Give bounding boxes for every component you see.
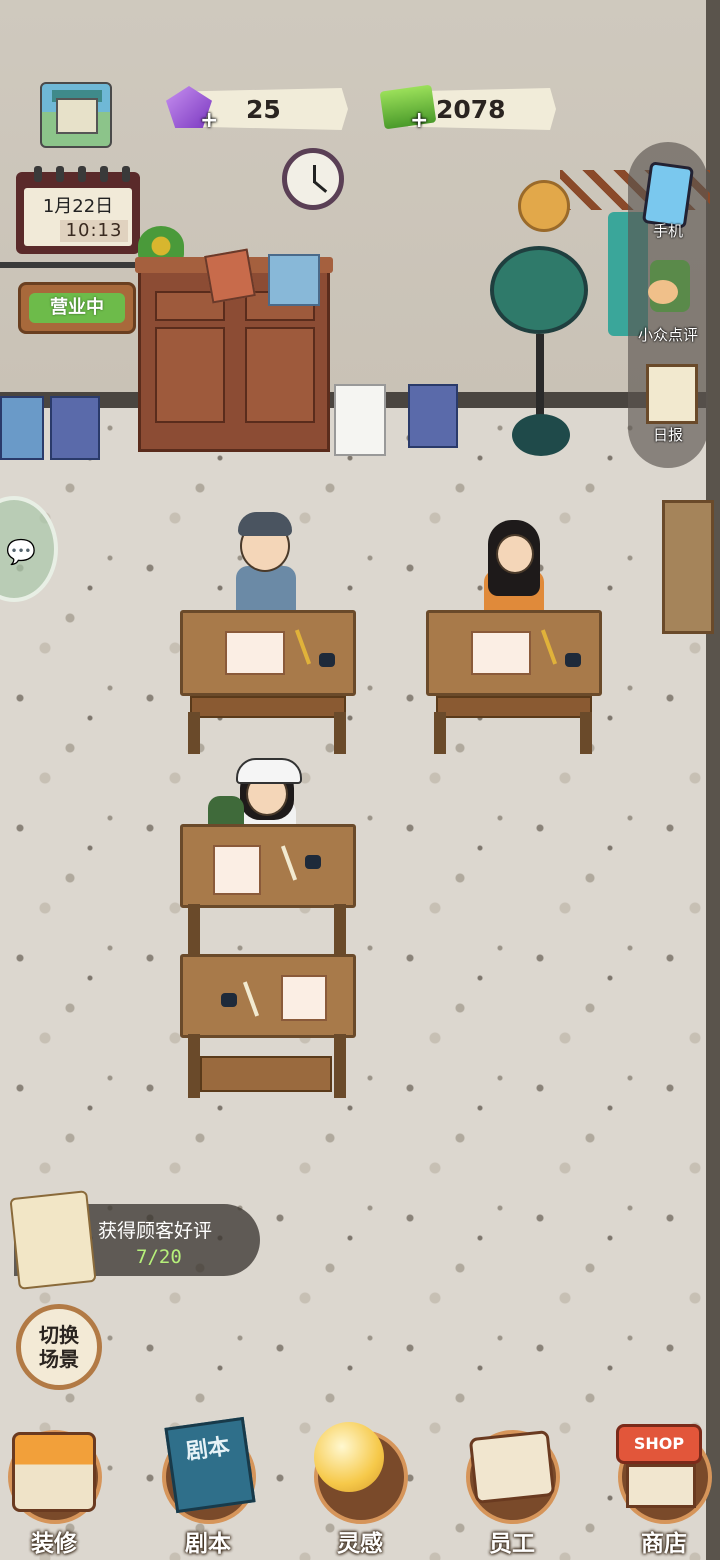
clipboard-icon[interactable]	[646, 364, 698, 424]
switch-scene-line1: 切换	[39, 1323, 79, 1347]
cash-count: 2078	[436, 94, 506, 124]
beanie-hat	[238, 512, 292, 536]
switch-scene-line2: 场景	[39, 1347, 79, 1371]
student-girl-head[interactable]	[496, 534, 534, 574]
frog-hat-icon	[236, 758, 302, 784]
open-status-label: 营业中	[29, 293, 125, 323]
fan-pole	[536, 334, 544, 426]
nav-script-label: 剧本	[185, 1531, 231, 1557]
nav-decorate[interactable]: 装修	[2, 1420, 106, 1557]
pen-icon	[294, 629, 312, 665]
inkwell-icon	[319, 653, 335, 667]
inkwell-icon	[221, 993, 237, 1007]
student-desk[interactable]	[426, 610, 602, 696]
book-pile-icon	[204, 248, 256, 304]
daily-report-label[interactable]: 日报	[628, 424, 708, 445]
stool[interactable]	[200, 1056, 332, 1092]
book-box-icon	[268, 254, 320, 306]
desk-drawer	[190, 696, 346, 718]
nav-inspiration-label: 灵感	[337, 1531, 383, 1557]
paper-stack-icon	[334, 384, 386, 456]
clock-minute-hand	[313, 180, 328, 193]
book-stack-icon	[50, 396, 100, 460]
phone-label[interactable]: 手机	[628, 220, 708, 241]
script-book-icon: 剧本	[164, 1416, 256, 1514]
book-stack-icon	[0, 396, 44, 460]
fan-base	[512, 414, 570, 456]
desk-leg	[188, 712, 200, 754]
staff-badge-icon	[468, 1429, 556, 1505]
desk-leg	[334, 712, 346, 754]
right-wall	[706, 0, 720, 1560]
empty-desk[interactable]	[180, 954, 356, 1038]
shop-storefront	[626, 1464, 696, 1508]
inkwell-icon	[305, 855, 321, 869]
thumbs-up-icon	[648, 280, 678, 304]
sign-rod	[0, 262, 140, 268]
wall-clock-icon	[282, 148, 344, 210]
shop-icon: SHOP	[616, 1424, 702, 1464]
paper-sheets-icon	[213, 845, 261, 895]
add-cash-button[interactable]: +	[410, 108, 428, 133]
desk-leg	[434, 712, 446, 754]
wall-frame	[662, 500, 714, 634]
quest-progress: 7/20	[136, 1246, 182, 1268]
paper-sheets-icon	[281, 975, 327, 1021]
scroll-icon	[9, 1190, 97, 1290]
desk-leg	[334, 904, 346, 956]
electric-fan-icon	[490, 246, 588, 334]
phone-icon[interactable]	[641, 161, 695, 229]
student-body	[236, 566, 296, 616]
straw-hat-icon	[518, 180, 570, 232]
open-notebook-icon	[471, 631, 531, 675]
scene-thumbnail-button[interactable]	[40, 82, 112, 148]
gem-count: 25	[246, 94, 281, 124]
terrazzo-floor	[0, 408, 720, 1560]
switch-scene-button[interactable]: 切换 场景	[16, 1304, 102, 1390]
writer-desk[interactable]	[180, 824, 356, 908]
cabinet-door	[155, 327, 225, 423]
side-menu: 手机 小众点评 日报	[628, 142, 708, 468]
nav-staff[interactable]: 员工	[460, 1420, 564, 1557]
open-notebook-icon	[225, 631, 285, 675]
nav-script[interactable]: 剧本 剧本	[156, 1416, 260, 1557]
student-desk[interactable]	[180, 610, 356, 696]
inkwell-icon	[565, 653, 581, 667]
reviews-label[interactable]: 小众点评	[622, 324, 714, 345]
nav-inspiration[interactable]: 灵感	[308, 1420, 412, 1557]
lightbulb-icon	[314, 1422, 384, 1492]
quest-title: 获得顾客好评	[98, 1220, 213, 1242]
desk-leg	[188, 1034, 200, 1098]
nav-decorate-label: 装修	[31, 1531, 77, 1557]
desk-drawer	[436, 696, 592, 718]
thumbnail-house-icon	[56, 98, 98, 134]
nav-shop[interactable]: SHOP 商店	[612, 1420, 716, 1557]
desk-leg	[334, 1034, 346, 1098]
calendar-date: 1月22日	[42, 196, 114, 217]
add-gems-button[interactable]: +	[200, 108, 218, 133]
house-icon	[12, 1432, 96, 1512]
desk-leg	[580, 712, 592, 754]
cabinet-door	[245, 327, 315, 423]
quill-icon	[280, 845, 298, 881]
pen-icon	[540, 629, 558, 665]
nav-shop-label: 商店	[641, 1531, 687, 1557]
chat-icon: 💬	[6, 538, 36, 566]
open-status-sign: 营业中	[18, 282, 136, 334]
nav-staff-label: 员工	[489, 1531, 535, 1557]
calendar: 1月22日 10:13	[16, 166, 140, 254]
quill-icon	[242, 981, 260, 1017]
calendar-time: 10:13	[60, 220, 128, 242]
book-stack-icon	[408, 384, 458, 448]
desk-leg	[188, 904, 200, 956]
